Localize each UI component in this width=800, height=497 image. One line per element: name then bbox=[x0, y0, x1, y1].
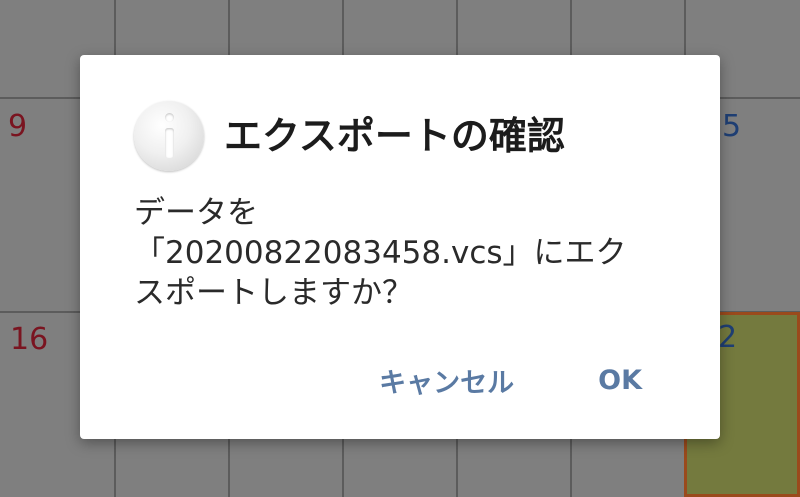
calendar-day-number[interactable]: 2 bbox=[718, 323, 737, 353]
calendar-day-number[interactable]: 9 bbox=[8, 112, 27, 142]
info-icon bbox=[134, 101, 204, 171]
dialog-header: エクスポートの確認 bbox=[134, 101, 565, 171]
dialog-message: データを 「20200822083458.vcs」にエク スポートしますか？ bbox=[134, 195, 627, 311]
calendar-day-number[interactable]: 16 bbox=[10, 325, 48, 355]
cancel-button[interactable]: キャンセル bbox=[367, 353, 526, 408]
dialog-actions: キャンセル OK bbox=[367, 350, 720, 410]
export-confirm-dialog: エクスポートの確認 データを 「20200822083458.vcs」にエク ス… bbox=[80, 55, 720, 439]
calendar-day-number[interactable]: 5 bbox=[722, 112, 741, 142]
ok-button[interactable]: OK bbox=[586, 357, 654, 404]
dialog-title: エクスポートの確認 bbox=[224, 114, 565, 158]
